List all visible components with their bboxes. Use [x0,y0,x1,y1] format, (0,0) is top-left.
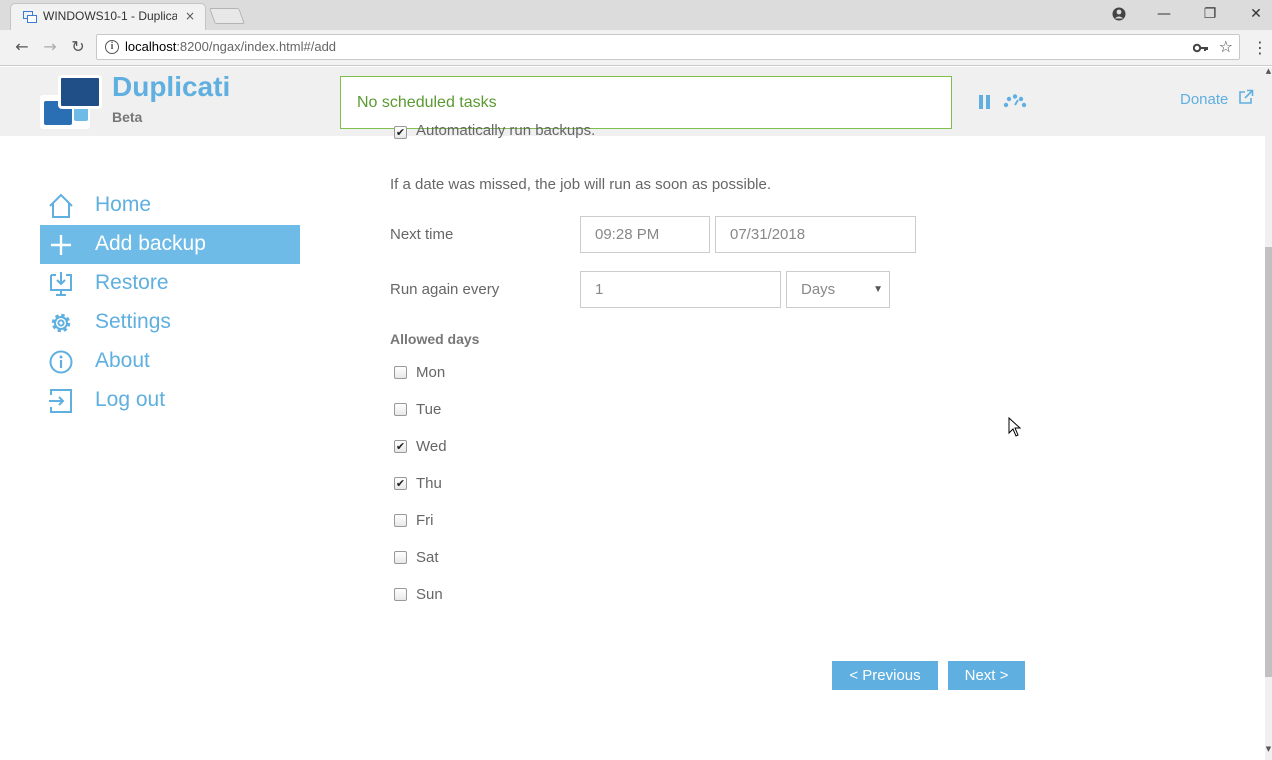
day-checkbox-fri[interactable] [394,514,407,527]
url-path: :8200/ngax/index.html#/add [176,39,337,54]
day-label: Sat [416,549,439,566]
star-icon[interactable]: ☆ [1219,37,1233,56]
day-row-mon: Mon [390,364,590,386]
back-icon[interactable]: ← [12,37,32,57]
external-link-icon[interactable] [1238,89,1254,105]
day-row-wed: ✔ Wed [390,438,590,460]
dropdown-arrow-icon: ▼ [873,284,883,295]
day-checkbox-sun[interactable] [394,588,407,601]
day-row-tue: Tue [390,401,590,423]
auto-run-checkbox[interactable]: ✔ [394,126,407,139]
missed-note: If a date was missed, the job will run a… [390,176,772,193]
day-label: Sun [416,586,443,603]
close-tab-icon[interactable]: × [185,9,195,23]
day-row-fri: Fri [390,512,590,534]
auto-run-label: Automatically run backups. [416,122,596,139]
pause-icon[interactable] [979,95,991,109]
sidebar-item-home[interactable]: Home [40,186,300,225]
day-checkbox-wed[interactable]: ✔ [394,440,407,453]
plus-icon [51,235,71,255]
day-label: Mon [416,364,446,381]
browser-toolbar: ← → ↻ i localhost:8200/ngax/index.html#/… [0,30,1272,66]
minimize-icon[interactable]: — [1152,4,1176,24]
day-label: Thu [416,475,442,492]
url-text: localhost:8200/ngax/index.html#/add [125,39,336,54]
account-icon[interactable] [1107,4,1131,24]
run-again-input[interactable]: 1 [580,271,781,308]
day-row-sat: Sat [390,549,590,571]
sidebar-item-label: Home [95,193,152,216]
close-window-icon[interactable]: ✕ [1244,4,1268,24]
sidebar-item-logout[interactable]: Log out [40,381,300,420]
sidebar-item-label: Add backup [95,232,206,255]
sidebar-item-about[interactable]: About [40,342,300,381]
browser-tab-bar: WINDOWS10-1 - Duplicati × — ❐ ✕ [0,0,1272,30]
logo-square-main [58,75,102,109]
logout-icon [49,389,72,413]
sidebar-item-settings[interactable]: Settings [40,303,300,342]
day-checkbox-thu[interactable]: ✔ [394,477,407,490]
next-date-input[interactable]: 07/31/2018 [715,216,916,253]
duplicati-logo[interactable] [40,75,104,129]
brand-subtitle: Beta [112,109,143,125]
new-tab-button[interactable] [209,8,245,24]
mouse-cursor-icon [1008,417,1022,437]
donate-link[interactable]: Donate [1180,91,1228,108]
day-checkbox-mon[interactable] [394,366,407,379]
day-checkbox-sat[interactable] [394,551,407,564]
sidebar-item-add-backup[interactable]: Add backup [40,225,300,264]
run-again-unit-value: Days [801,281,836,298]
day-row-thu: ✔ Thu [390,475,590,497]
key-icon[interactable] [1193,42,1209,54]
day-checkbox-tue[interactable] [394,403,407,416]
app-header: Duplicati Beta No scheduled tasks Donate [0,67,1265,136]
next-button[interactable]: Next > [948,661,1025,690]
day-row-sun: Sun [390,586,590,608]
monitor-icon [23,11,37,23]
throttle-icon[interactable] [1002,94,1028,108]
status-text: No scheduled tasks [357,94,497,111]
home-icon [49,193,73,218]
next-time-input[interactable]: 09:28 PM [580,216,710,253]
address-bar[interactable]: i localhost:8200/ngax/index.html#/add ☆ [96,34,1240,60]
day-label: Tue [416,401,442,418]
sidebar-nav: Home Add backup Restore Settings About L… [40,186,300,420]
scroll-up-icon[interactable]: ▲ [1265,67,1272,81]
day-label: Fri [416,512,434,529]
scroll-thumb[interactable] [1265,247,1272,677]
reload-icon[interactable]: ↻ [68,37,88,57]
previous-button[interactable]: < Previous [832,661,938,690]
sidebar-item-label: Settings [95,310,171,333]
sidebar-item-label: Log out [95,388,166,411]
allowed-days-title: Allowed days [390,331,480,347]
scroll-down-icon[interactable]: ▼ [1265,745,1272,759]
next-time-label: Next time [390,226,454,243]
menu-icon[interactable]: ⋮ [1252,38,1268,58]
sidebar-item-label: Restore [95,271,169,294]
info-icon [49,350,73,374]
auto-run-row: ✔ Automatically run backups. [390,122,690,150]
url-host: localhost [125,39,177,54]
info-icon[interactable]: i [105,40,119,54]
forward-icon[interactable]: → [40,37,60,57]
tab-title: WINDOWS10-1 - Duplicati [43,9,177,23]
run-again-label: Run again every [390,281,500,298]
sidebar-item-restore[interactable]: Restore [40,264,300,303]
brand-title[interactable]: Duplicati [112,71,230,103]
gear-icon [51,313,71,333]
restore-icon [50,272,72,296]
day-label: Wed [416,438,447,455]
browser-tab[interactable]: WINDOWS10-1 - Duplicati × [10,3,206,30]
sidebar-item-label: About [95,349,150,372]
logo-square-light [74,107,88,121]
maximize-icon[interactable]: ❐ [1198,4,1222,24]
run-again-unit-select[interactable]: Days ▼ [786,271,890,308]
page-scrollbar[interactable]: ▲ ▼ [1265,67,1272,760]
